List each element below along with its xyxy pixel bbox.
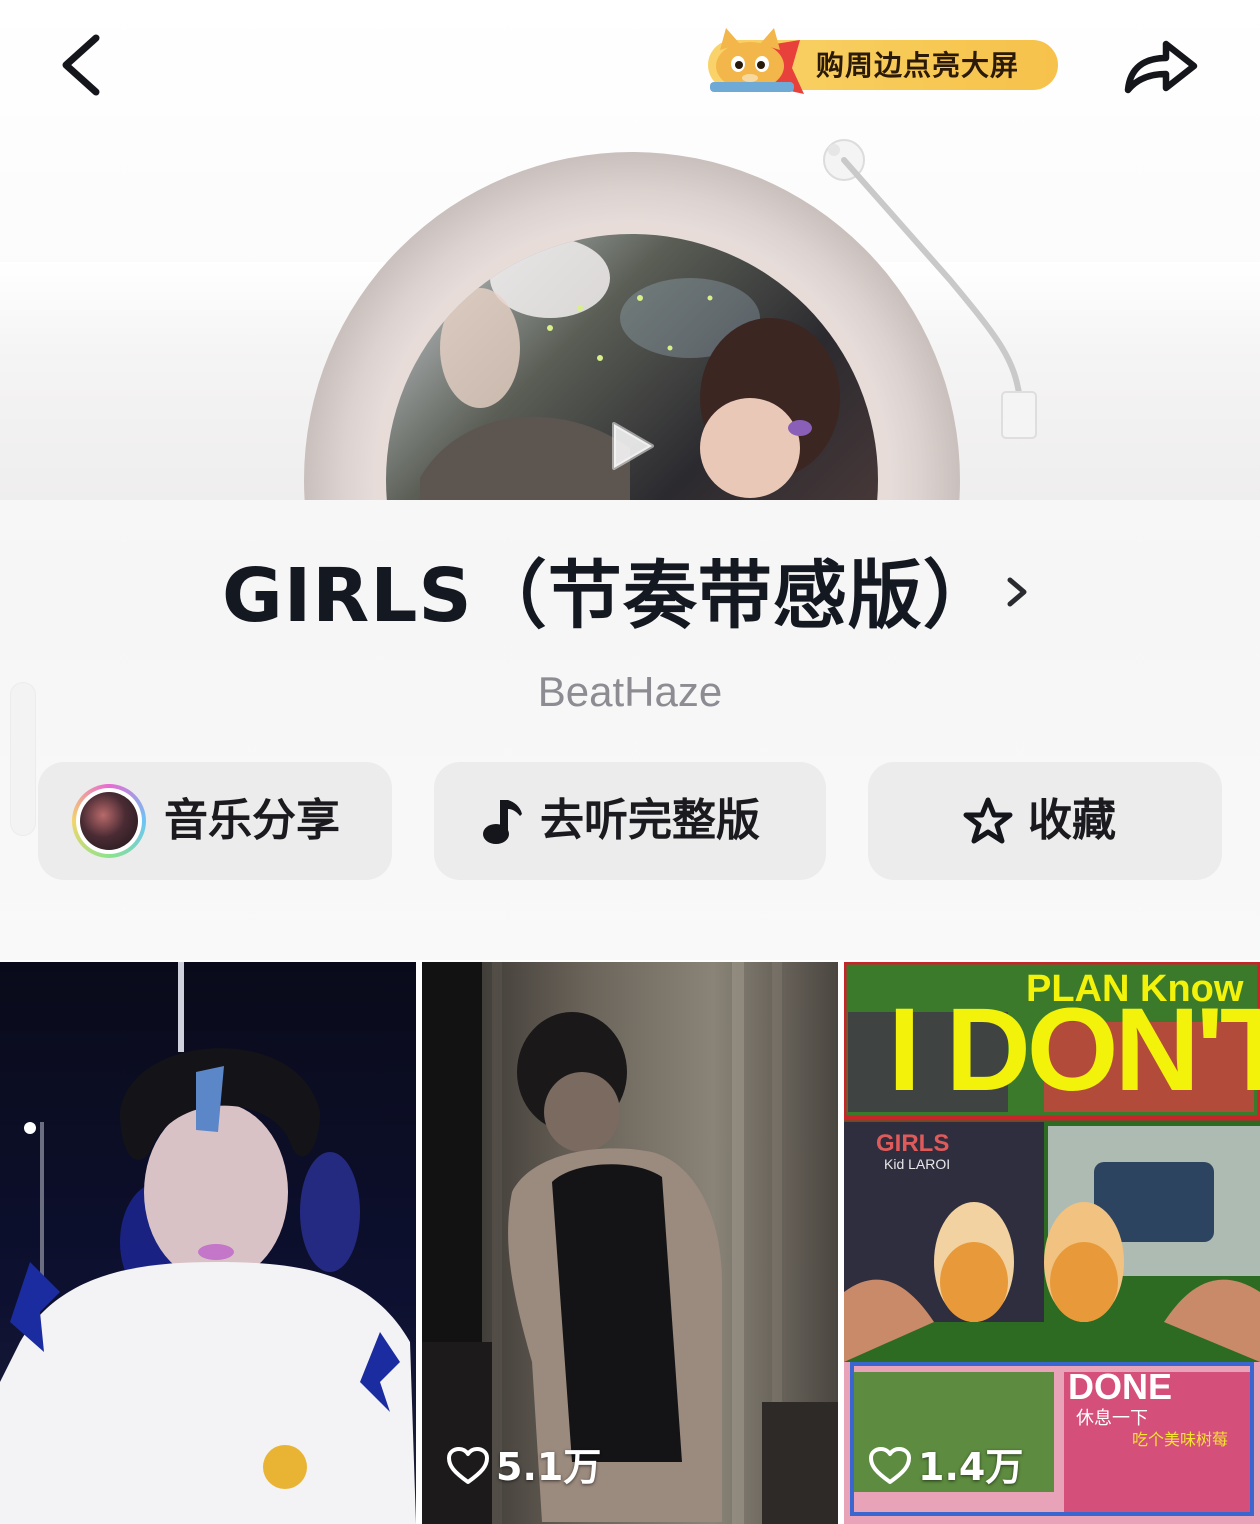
heart-icon (447, 1447, 489, 1484)
favorite-label: 收藏 (1028, 795, 1116, 846)
share-arrow-icon (1124, 40, 1198, 94)
video-thumbnail (422, 962, 838, 1524)
star-icon (963, 797, 1013, 844)
artist-name[interactable]: BeatHaze (0, 664, 1260, 720)
poster-caption2: 吃个美味树莓 (1132, 1432, 1229, 1449)
back-button[interactable] (52, 30, 112, 100)
promo-text[interactable]: 购周边点亮大屏 (816, 44, 1019, 88)
share-button[interactable] (1118, 28, 1202, 102)
avatar (72, 784, 146, 858)
music-share-button[interactable]: 音乐分享 (38, 762, 392, 880)
like-count-text: 1.4万 (918, 1445, 1024, 1489)
music-note-icon (483, 800, 522, 844)
like-count: 1.4万 (868, 1442, 1023, 1492)
video-thumbnail (0, 962, 416, 1524)
poster-artist: Kid LAROI (884, 1156, 951, 1172)
song-title[interactable]: GIRLS（节奏带感版） (222, 548, 998, 644)
chevron-right-icon[interactable] (1000, 572, 1034, 612)
listen-full-button[interactable]: 去听完整版 (434, 762, 826, 880)
poster-done: DONE (1068, 1366, 1173, 1407)
like-count-text: 5.1万 (496, 1445, 602, 1489)
cat-mascot-icon (710, 28, 794, 92)
play-icon[interactable] (606, 418, 658, 474)
like-count: 5.1万 (446, 1442, 601, 1492)
avatar-image (80, 792, 138, 850)
favorite-button[interactable]: 收藏 (868, 762, 1222, 880)
music-share-label: 音乐分享 (164, 795, 340, 846)
poster-tag: GIRLS (876, 1130, 950, 1157)
listen-full-label: 去听完整版 (540, 795, 760, 846)
chevron-left-icon (62, 34, 100, 96)
video-tile[interactable]: 5.1万 (422, 962, 838, 1524)
video-tile[interactable]: PLAN Know I DON'T GIRLS Kid LAROI DONE 休… (844, 962, 1260, 1524)
heart-icon (869, 1447, 911, 1484)
poster-line2: I DON'T (888, 984, 1260, 1116)
video-tile[interactable] (0, 962, 416, 1524)
scroll-indicator (10, 682, 36, 836)
tonearm (823, 139, 1037, 439)
